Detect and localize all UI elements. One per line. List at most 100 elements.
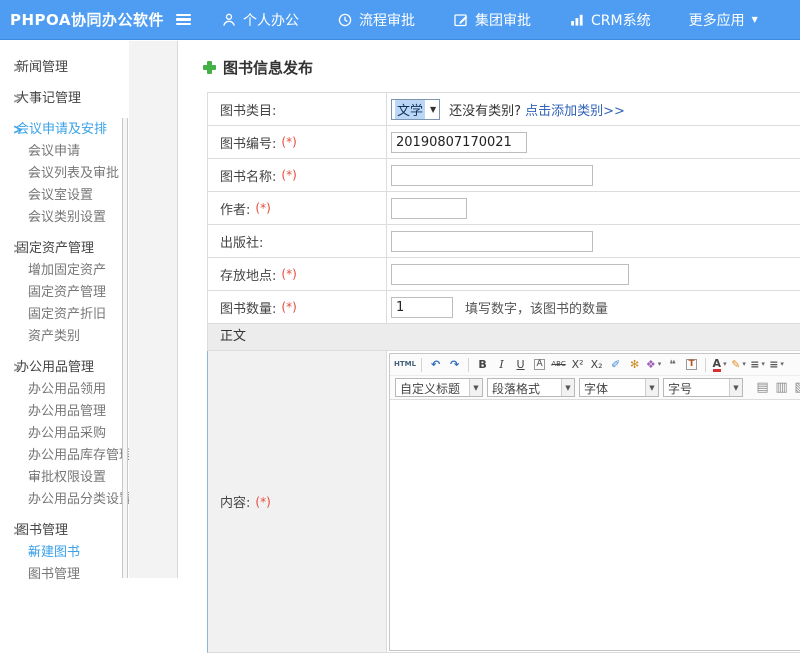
storage-location-input[interactable] [391, 264, 629, 285]
editor-paste-text-icon[interactable]: T [683, 356, 700, 373]
sidebar-item-label: 图书管理 [28, 567, 80, 582]
editor-custom-title-select[interactable]: 自定义标题▼ [395, 378, 483, 397]
editor-unordered-list-icon[interactable]: ≡▾ [768, 356, 785, 373]
editor-redo-icon[interactable]: ↷ [446, 356, 463, 373]
sidebar-item[interactable]: —审批权限设置 [0, 467, 122, 489]
top-nav-item-more-apps[interactable]: 更多应用 ▼ [689, 10, 758, 30]
editor-superscript-icon[interactable]: X² [569, 356, 586, 373]
sidebar-gap [129, 41, 178, 578]
content-label-cell: 内容: (*) [208, 351, 387, 652]
field-label: 作者: [220, 199, 250, 218]
caret-down-icon: ▼ [645, 379, 658, 396]
dash-icon: — [0, 304, 28, 326]
editor-content-area[interactable] [390, 400, 800, 650]
top-nav-label: 流程审批 [359, 10, 415, 30]
sidebar-section-memorabilia[interactable]: >大事记管理 [0, 88, 122, 110]
sidebar-section-label: 办公用品管理 [16, 360, 94, 375]
book-quantity-input[interactable] [391, 297, 453, 318]
sidebar-item[interactable]: —办公用品库存管理 [0, 445, 122, 467]
sidebar-scrollbar[interactable] [122, 118, 128, 578]
editor-font-style-icon[interactable]: A [531, 356, 548, 373]
top-nav: 个人办公 流程审批 集团审批 CRM系统 更多应用 ▼ [221, 10, 796, 30]
required-mark: (*) [281, 135, 296, 149]
sidebar-item[interactable]: —会议类别设置 [0, 207, 122, 229]
sidebar-section-label: 会议申请及安排 [16, 122, 107, 137]
editor-font-family-select[interactable]: 字体▼ [579, 378, 659, 397]
top-nav-item-personal-office[interactable]: 个人办公 [221, 10, 299, 30]
caret-down-icon: ▼ [752, 15, 758, 24]
editor-select-label: 字体 [580, 379, 645, 396]
field-label: 图书数量: [220, 298, 276, 317]
sidebar-item[interactable]: —资产类别 [0, 326, 122, 348]
editor-strikethrough-icon[interactable]: ABC [550, 356, 567, 373]
hamburger-menu-icon[interactable] [176, 14, 191, 26]
sidebar-section-office-supplies[interactable]: >办公用品管理 [0, 357, 122, 379]
editor-blockquote-icon[interactable]: ❝ [664, 356, 681, 373]
add-category-link[interactable]: 点击添加类别>> [525, 100, 625, 119]
editor-underline-icon[interactable]: U [512, 356, 529, 373]
editor-toolbar-row2-icons: ▤▥▧▦∞∞▣▣+ [753, 379, 800, 396]
publisher-input[interactable] [391, 231, 593, 252]
sidebar-item[interactable]: —办公用品管理 [0, 401, 122, 423]
sidebar-item[interactable]: —会议室设置 [0, 185, 122, 207]
editor-paragraph-format-select[interactable]: 段落格式▼ [487, 378, 575, 397]
sidebar-item[interactable]: —图书管理 [0, 564, 122, 586]
top-nav-label: 个人办公 [243, 10, 299, 30]
dash-icon: — [0, 185, 28, 207]
dash-icon: — [0, 423, 28, 445]
form-row-publisher: 出版社: [207, 225, 800, 258]
editor-toolbar-row2: 自定义标题▼段落格式▼字体▼字号▼▤▥▧▦∞∞▣▣+ [390, 376, 800, 400]
sidebar-item-label: 新建图书 [28, 545, 80, 560]
dash-icon: — [0, 467, 28, 489]
caret-down-icon: ▼ [430, 105, 436, 114]
form-row-category: 图书类目: 文学 ▼ 还没有类别? 点击添加类别>> [207, 93, 800, 126]
dash-icon: — [0, 401, 28, 423]
sidebar-section-fixed-assets[interactable]: >固定资产管理 [0, 238, 122, 260]
sidebar-item[interactable]: —固定资产管理 [0, 282, 122, 304]
sidebar-item[interactable]: —办公用品采购 [0, 423, 122, 445]
main-content: 图书信息发布 图书类目: 文学 ▼ 还没有类别? 点击添加类别>> 图书编号:(… [178, 41, 800, 578]
toolbar-separator [421, 358, 422, 372]
top-nav-item-crm-system[interactable]: CRM系统 [569, 10, 651, 30]
editor-highlight-icon[interactable]: ✎▾ [730, 356, 747, 373]
top-nav-item-workflow-approval[interactable]: 流程审批 [337, 10, 415, 30]
dash-icon: — [0, 564, 28, 586]
sidebar-section-meeting[interactable]: >会议申请及安排 [0, 119, 122, 141]
editor-font-size-select[interactable]: 字号▼ [663, 378, 743, 397]
sidebar-item[interactable]: —办公用品领用 [0, 379, 122, 401]
top-nav-label: 更多应用 [689, 10, 745, 30]
editor-emoticon-icon[interactable]: ❖▾ [645, 356, 662, 373]
editor-italic-icon[interactable]: I [493, 356, 510, 373]
dash-icon: — [0, 163, 28, 185]
sidebar-item[interactable]: —固定资产折旧 [0, 304, 122, 326]
editor-align-left-icon[interactable]: ▤ [754, 379, 771, 396]
category-select[interactable]: 文学 ▼ [391, 99, 440, 120]
editor-align-center-icon[interactable]: ▥ [773, 379, 790, 396]
sidebar-section-news[interactable]: >新闻管理 [0, 57, 122, 79]
book-name-input[interactable] [391, 165, 593, 186]
book-form: 图书类目: 文学 ▼ 还没有类别? 点击添加类别>> 图书编号:(*)图书名称:… [207, 92, 800, 653]
author-input[interactable] [391, 198, 467, 219]
sidebar-item[interactable]: —办公用品分类设置 [0, 489, 122, 511]
sidebar-item[interactable]: —会议列表及审批 [0, 163, 122, 185]
toolbar-separator [468, 358, 469, 372]
editor-align-right-icon[interactable]: ▧ [792, 379, 800, 396]
editor-remove-format-icon[interactable]: ✐ [607, 356, 624, 373]
sidebar-item[interactable]: —新建图书 [0, 542, 122, 564]
content-label: 内容: [220, 492, 250, 511]
app-logo[interactable]: PHPOA协同办公软件 [0, 9, 168, 30]
editor-source-code-icon[interactable]: HTML [394, 356, 416, 373]
sidebar-item[interactable]: —增加固定资产 [0, 260, 122, 282]
category-note: 还没有类别? [449, 100, 521, 119]
editor-subscript-icon[interactable]: X₂ [588, 356, 605, 373]
sidebar-section-books[interactable]: >图书管理 [0, 520, 122, 542]
top-nav-item-group-approval[interactable]: 集团审批 [453, 10, 531, 30]
sidebar-item[interactable]: —会议申请 [0, 141, 122, 163]
editor-font-color-icon[interactable]: A▾ [711, 356, 728, 373]
editor-bold-icon[interactable]: B [474, 356, 491, 373]
required-mark: (*) [281, 168, 296, 182]
editor-ordered-list-icon[interactable]: ≡▾ [749, 356, 766, 373]
book-number-input[interactable] [391, 132, 527, 153]
editor-clear-format-icon[interactable]: ✻ [626, 356, 643, 373]
editor-undo-icon[interactable]: ↶ [427, 356, 444, 373]
